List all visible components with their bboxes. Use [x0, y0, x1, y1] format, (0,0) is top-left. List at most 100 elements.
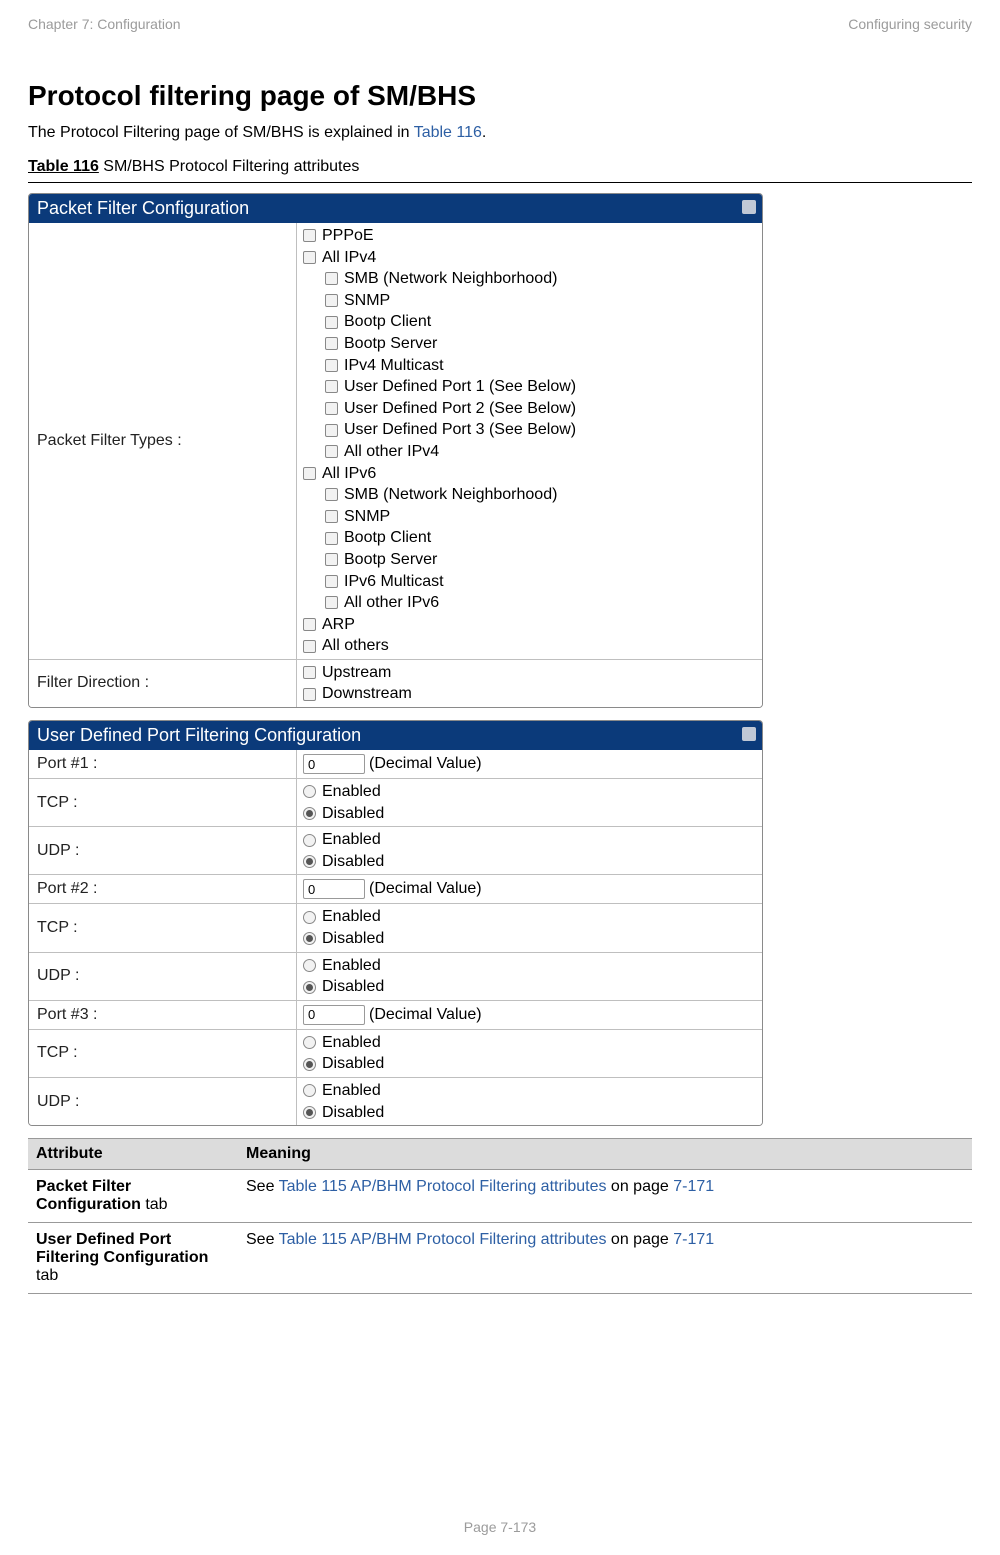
decimal-value-label: (Decimal Value)	[369, 880, 482, 898]
enabled-label: Enabled	[322, 829, 381, 851]
filter-type-option: SMB (Network Neighborhood)	[303, 484, 756, 506]
radio-icon[interactable]	[303, 959, 316, 972]
radio-icon[interactable]	[303, 1058, 316, 1071]
disabled-label: Disabled	[322, 851, 384, 873]
page-footer: Page 7-173	[0, 1519, 1000, 1535]
table-label: Table 116	[28, 158, 99, 175]
radio-icon[interactable]	[303, 981, 316, 994]
checkbox-icon[interactable]	[325, 359, 338, 372]
attribute-meaning: See Table 115 AP/BHM Protocol Filtering …	[238, 1223, 972, 1294]
packet-filter-config-header: Packet Filter Configuration	[29, 194, 762, 223]
filter-type-label: All others	[322, 635, 389, 657]
filter-type-option: Bootp Client	[303, 527, 756, 549]
user-defined-port-title: User Defined Port Filtering Configuratio…	[37, 725, 361, 745]
radio-icon[interactable]	[303, 785, 316, 798]
filter-type-label: All IPv4	[322, 247, 376, 269]
filter-direction-option: Upstream	[303, 662, 756, 684]
intro-link[interactable]: Table 116	[414, 124, 482, 141]
filter-type-option: SMB (Network Neighborhood)	[303, 268, 756, 290]
port-input[interactable]	[303, 1005, 365, 1025]
intro-paragraph: The Protocol Filtering page of SM/BHS is…	[28, 124, 972, 142]
radio-icon[interactable]	[303, 1084, 316, 1097]
filter-direction-option: Downstream	[303, 683, 756, 705]
page-ref-link[interactable]: 7-171	[673, 1231, 714, 1248]
filter-type-label: ARP	[322, 614, 355, 636]
checkbox-icon[interactable]	[303, 251, 316, 264]
checkbox-icon[interactable]	[303, 229, 316, 242]
checkbox-icon[interactable]	[325, 272, 338, 285]
checkbox-icon[interactable]	[303, 467, 316, 480]
udp-label: UDP :	[29, 953, 297, 1000]
disabled-label: Disabled	[322, 803, 384, 825]
checkbox-icon[interactable]	[325, 424, 338, 437]
filter-direction-label: Upstream	[322, 662, 391, 684]
attributes-table: Attribute Meaning Packet Filter Configur…	[28, 1138, 972, 1294]
filter-type-option: PPPoE	[303, 225, 756, 247]
checkbox-icon[interactable]	[325, 316, 338, 329]
filter-type-label: User Defined Port 3 (See Below)	[344, 419, 576, 441]
checkbox-icon[interactable]	[303, 688, 316, 701]
collapse-icon[interactable]	[742, 200, 756, 214]
checkbox-icon[interactable]	[325, 294, 338, 307]
filter-type-label: IPv4 Multicast	[344, 355, 444, 377]
port-input[interactable]	[303, 754, 365, 774]
filter-type-option: User Defined Port 1 (See Below)	[303, 376, 756, 398]
checkbox-icon[interactable]	[303, 666, 316, 679]
checkbox-icon[interactable]	[325, 575, 338, 588]
checkbox-icon[interactable]	[325, 445, 338, 458]
packet-filter-config-title: Packet Filter Configuration	[37, 198, 249, 218]
disabled-label: Disabled	[322, 928, 384, 950]
radio-icon[interactable]	[303, 911, 316, 924]
cross-ref-link[interactable]: Table 115 AP/BHM Protocol Filtering attr…	[279, 1178, 607, 1195]
disabled-label: Disabled	[322, 1053, 384, 1075]
checkbox-icon[interactable]	[325, 337, 338, 350]
attribute-meaning: See Table 115 AP/BHM Protocol Filtering …	[238, 1170, 972, 1223]
radio-icon[interactable]	[303, 932, 316, 945]
header-left: Chapter 7: Configuration	[28, 16, 181, 32]
filter-type-label: Bootp Server	[344, 333, 437, 355]
page-ref-link[interactable]: 7-171	[673, 1178, 714, 1195]
tcp-label: TCP :	[29, 904, 297, 951]
filter-type-option: All other IPv6	[303, 592, 756, 614]
radio-icon[interactable]	[303, 1036, 316, 1049]
filter-type-label: PPPoE	[322, 225, 374, 247]
decimal-value-label: (Decimal Value)	[369, 1006, 482, 1024]
table-row: User Defined Port Filtering Configuratio…	[28, 1223, 972, 1294]
checkbox-icon[interactable]	[303, 640, 316, 653]
checkbox-icon[interactable]	[325, 596, 338, 609]
table-caption: Table 116 SM/BHS Protocol Filtering attr…	[28, 158, 972, 176]
filter-type-option: IPv4 Multicast	[303, 355, 756, 377]
page-title: Protocol filtering page of SM/BHS	[28, 80, 972, 112]
table-row: Packet Filter Configuration tabSee Table…	[28, 1170, 972, 1223]
filter-type-option: All IPv4	[303, 247, 756, 269]
checkbox-icon[interactable]	[325, 553, 338, 566]
filter-type-label: Bootp Server	[344, 549, 437, 571]
collapse-icon[interactable]	[742, 727, 756, 741]
filter-type-option: User Defined Port 3 (See Below)	[303, 419, 756, 441]
port-input[interactable]	[303, 879, 365, 899]
checkbox-icon[interactable]	[325, 402, 338, 415]
port-label: Port #3 :	[29, 1001, 297, 1029]
radio-icon[interactable]	[303, 855, 316, 868]
intro-pre: The Protocol Filtering page of SM/BHS is…	[28, 124, 414, 141]
col-attribute: Attribute	[28, 1139, 238, 1170]
enabled-label: Enabled	[322, 906, 381, 928]
filter-type-label: All other IPv4	[344, 441, 439, 463]
intro-post: .	[482, 124, 486, 141]
filter-type-option: ARP	[303, 614, 756, 636]
checkbox-icon[interactable]	[303, 618, 316, 631]
col-meaning: Meaning	[238, 1139, 972, 1170]
filter-direction-label: Filter Direction :	[29, 660, 297, 707]
checkbox-icon[interactable]	[325, 380, 338, 393]
filter-type-option: Bootp Client	[303, 311, 756, 333]
checkbox-icon[interactable]	[325, 488, 338, 501]
disabled-label: Disabled	[322, 976, 384, 998]
attribute-name: Packet Filter Configuration tab	[28, 1170, 238, 1223]
checkbox-icon[interactable]	[325, 510, 338, 523]
radio-icon[interactable]	[303, 834, 316, 847]
cross-ref-link[interactable]: Table 115 AP/BHM Protocol Filtering attr…	[279, 1231, 607, 1248]
radio-icon[interactable]	[303, 1106, 316, 1119]
checkbox-icon[interactable]	[325, 532, 338, 545]
radio-icon[interactable]	[303, 807, 316, 820]
filter-type-option: All others	[303, 635, 756, 657]
